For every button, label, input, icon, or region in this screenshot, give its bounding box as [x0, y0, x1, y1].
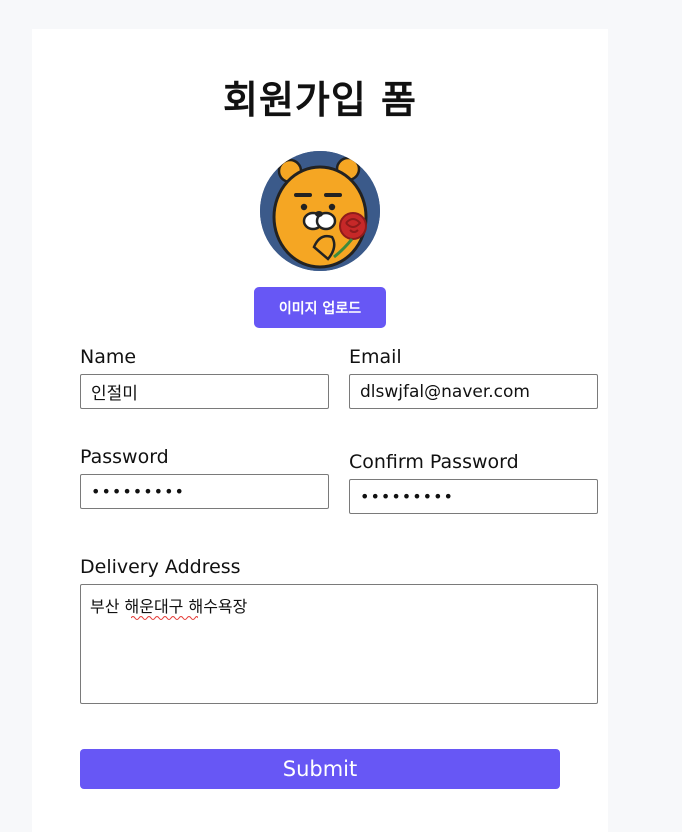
delivery-address-textarea[interactable]: 부산 해운대구 해수욕장: [80, 584, 598, 704]
delivery-address-label: Delivery Address: [80, 556, 241, 578]
submit-button[interactable]: Submit: [80, 749, 560, 789]
email-input[interactable]: [349, 374, 598, 409]
confirm-password-label: Confirm Password: [349, 451, 519, 473]
signup-card: 회원가입 폼 이미지 업로드 Name 인절미 Email dlswjfal@n…: [32, 29, 608, 832]
profile-avatar: [260, 151, 380, 271]
password-input[interactable]: [80, 474, 329, 509]
lion-character-icon: [260, 151, 380, 271]
spellcheck-underline: [131, 616, 198, 620]
confirm-password-input[interactable]: [349, 479, 598, 514]
email-label: Email: [349, 346, 402, 368]
name-input[interactable]: [80, 374, 329, 409]
name-label: Name: [80, 346, 137, 368]
image-upload-button[interactable]: 이미지 업로드: [254, 287, 386, 328]
page-title: 회원가입 폼: [222, 78, 418, 122]
password-label: Password: [80, 446, 169, 468]
